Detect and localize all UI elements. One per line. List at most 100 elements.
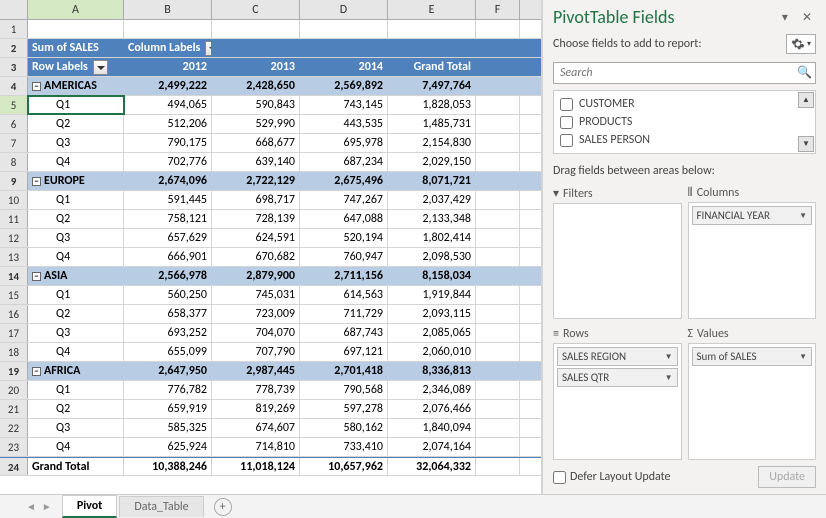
search-input[interactable] xyxy=(553,62,816,84)
cell[interactable]: 707,790 xyxy=(212,343,300,361)
row-header[interactable]: 11 xyxy=(0,210,28,228)
cell[interactable]: 8,071,721 xyxy=(388,172,476,190)
cell[interactable]: 8,336,813 xyxy=(388,362,476,380)
cell[interactable]: Row Labels xyxy=(28,58,124,76)
row-header[interactable]: 3 xyxy=(0,58,28,76)
cell[interactable] xyxy=(476,305,520,323)
cell[interactable]: 585,325 xyxy=(124,419,212,437)
row-header[interactable]: 8 xyxy=(0,153,28,171)
row-header[interactable]: 1 xyxy=(0,20,28,38)
cell[interactable]: 2,029,150 xyxy=(388,153,476,171)
collapse-icon[interactable]: − xyxy=(32,177,41,186)
row-header[interactable]: 9 xyxy=(0,172,28,190)
cell[interactable]: 674,607 xyxy=(212,419,300,437)
row-header[interactable]: 14 xyxy=(0,267,28,285)
cell[interactable]: 1,919,844 xyxy=(388,286,476,304)
cell[interactable] xyxy=(476,400,520,418)
cell[interactable]: 2,701,418 xyxy=(300,362,388,380)
cell[interactable]: 778,739 xyxy=(212,381,300,399)
cell[interactable]: Q1 xyxy=(28,286,124,304)
cell[interactable]: 2,085,065 xyxy=(388,324,476,342)
cell[interactable]: Sum of SALES xyxy=(28,39,124,57)
cell[interactable]: 560,250 xyxy=(124,286,212,304)
cell[interactable]: 2,711,156 xyxy=(300,267,388,285)
cell[interactable]: 760,947 xyxy=(300,248,388,266)
cell[interactable]: 1,802,414 xyxy=(388,229,476,247)
row-header[interactable]: 10 xyxy=(0,191,28,209)
cell[interactable] xyxy=(476,229,520,247)
row-header[interactable]: 5 xyxy=(0,96,28,114)
cell[interactable] xyxy=(476,77,520,95)
row-header[interactable]: 4 xyxy=(0,77,28,95)
cell[interactable]: Q2 xyxy=(28,115,124,133)
cell[interactable] xyxy=(476,286,520,304)
cell[interactable] xyxy=(476,20,520,38)
cell[interactable] xyxy=(476,248,520,266)
cell[interactable]: 624,591 xyxy=(212,229,300,247)
cell[interactable]: 728,139 xyxy=(212,210,300,228)
cell[interactable] xyxy=(476,134,520,152)
cell[interactable]: 819,269 xyxy=(212,400,300,418)
cell[interactable] xyxy=(476,115,520,133)
cell[interactable] xyxy=(300,20,388,38)
cell[interactable] xyxy=(476,96,520,114)
area-item[interactable]: SALES QTR▼ xyxy=(557,368,678,387)
cell[interactable]: 2,076,466 xyxy=(388,400,476,418)
area-item[interactable]: Sum of SALES▼ xyxy=(692,347,813,366)
cell[interactable]: 597,278 xyxy=(300,400,388,418)
collapse-icon[interactable]: − xyxy=(32,82,41,91)
row-header[interactable]: 23 xyxy=(0,438,28,456)
col-header-B[interactable]: B xyxy=(124,0,212,19)
cell[interactable]: 704,070 xyxy=(212,324,300,342)
col-header-C[interactable]: C xyxy=(212,0,300,19)
cell[interactable] xyxy=(476,210,520,228)
row-header[interactable]: 21 xyxy=(0,400,28,418)
checkbox[interactable] xyxy=(553,471,566,484)
checkbox[interactable] xyxy=(560,134,573,147)
cell[interactable]: 2,879,900 xyxy=(212,267,300,285)
cell[interactable]: 658,377 xyxy=(124,305,212,323)
tab-pivot[interactable]: Pivot xyxy=(62,495,118,518)
cell[interactable]: 790,175 xyxy=(124,134,212,152)
cell[interactable]: 743,145 xyxy=(300,96,388,114)
cell[interactable]: 668,677 xyxy=(212,134,300,152)
cell[interactable]: 1,840,094 xyxy=(388,419,476,437)
row-header[interactable]: 22 xyxy=(0,419,28,437)
cell[interactable]: Grand Total xyxy=(388,58,476,76)
tab-nav-prev[interactable]: ◄ xyxy=(24,500,38,513)
cell[interactable]: 1,828,053 xyxy=(388,96,476,114)
cell[interactable] xyxy=(476,58,520,76)
cell[interactable]: 657,629 xyxy=(124,229,212,247)
cell[interactable]: Q3 xyxy=(28,324,124,342)
cell[interactable] xyxy=(476,438,520,456)
collapse-icon[interactable]: − xyxy=(32,367,41,376)
col-header-A[interactable]: A xyxy=(28,0,124,19)
cell[interactable]: 2,569,892 xyxy=(300,77,388,95)
tab-data-table[interactable]: Data_Table xyxy=(119,496,203,517)
cell[interactable]: 2,074,164 xyxy=(388,438,476,456)
cell[interactable]: 695,978 xyxy=(300,134,388,152)
collapse-icon[interactable]: − xyxy=(32,272,41,281)
cell[interactable]: 2,346,089 xyxy=(388,381,476,399)
row-header[interactable]: 19 xyxy=(0,362,28,380)
row-header[interactable]: 24 xyxy=(0,458,28,475)
cell[interactable]: 655,099 xyxy=(124,343,212,361)
cell[interactable]: 758,121 xyxy=(124,210,212,228)
cell[interactable]: 2,060,010 xyxy=(388,343,476,361)
cell[interactable]: 580,162 xyxy=(300,419,388,437)
cell[interactable]: Q1 xyxy=(28,381,124,399)
cell[interactable]: Q3 xyxy=(28,229,124,247)
select-all-corner[interactable] xyxy=(0,0,28,19)
values-dropzone[interactable]: Sum of SALES▼ xyxy=(688,343,817,460)
cell[interactable] xyxy=(388,39,476,57)
cell[interactable] xyxy=(476,458,520,475)
cell[interactable] xyxy=(476,39,520,57)
cell[interactable]: 8,158,034 xyxy=(388,267,476,285)
cell[interactable]: 697,121 xyxy=(300,343,388,361)
cell[interactable]: 2,674,096 xyxy=(124,172,212,190)
cell[interactable]: Q1 xyxy=(28,96,124,114)
cell[interactable]: 1,485,731 xyxy=(388,115,476,133)
cell[interactable]: 693,252 xyxy=(124,324,212,342)
cell[interactable]: Q4 xyxy=(28,438,124,456)
cell[interactable]: 2,987,445 xyxy=(212,362,300,380)
